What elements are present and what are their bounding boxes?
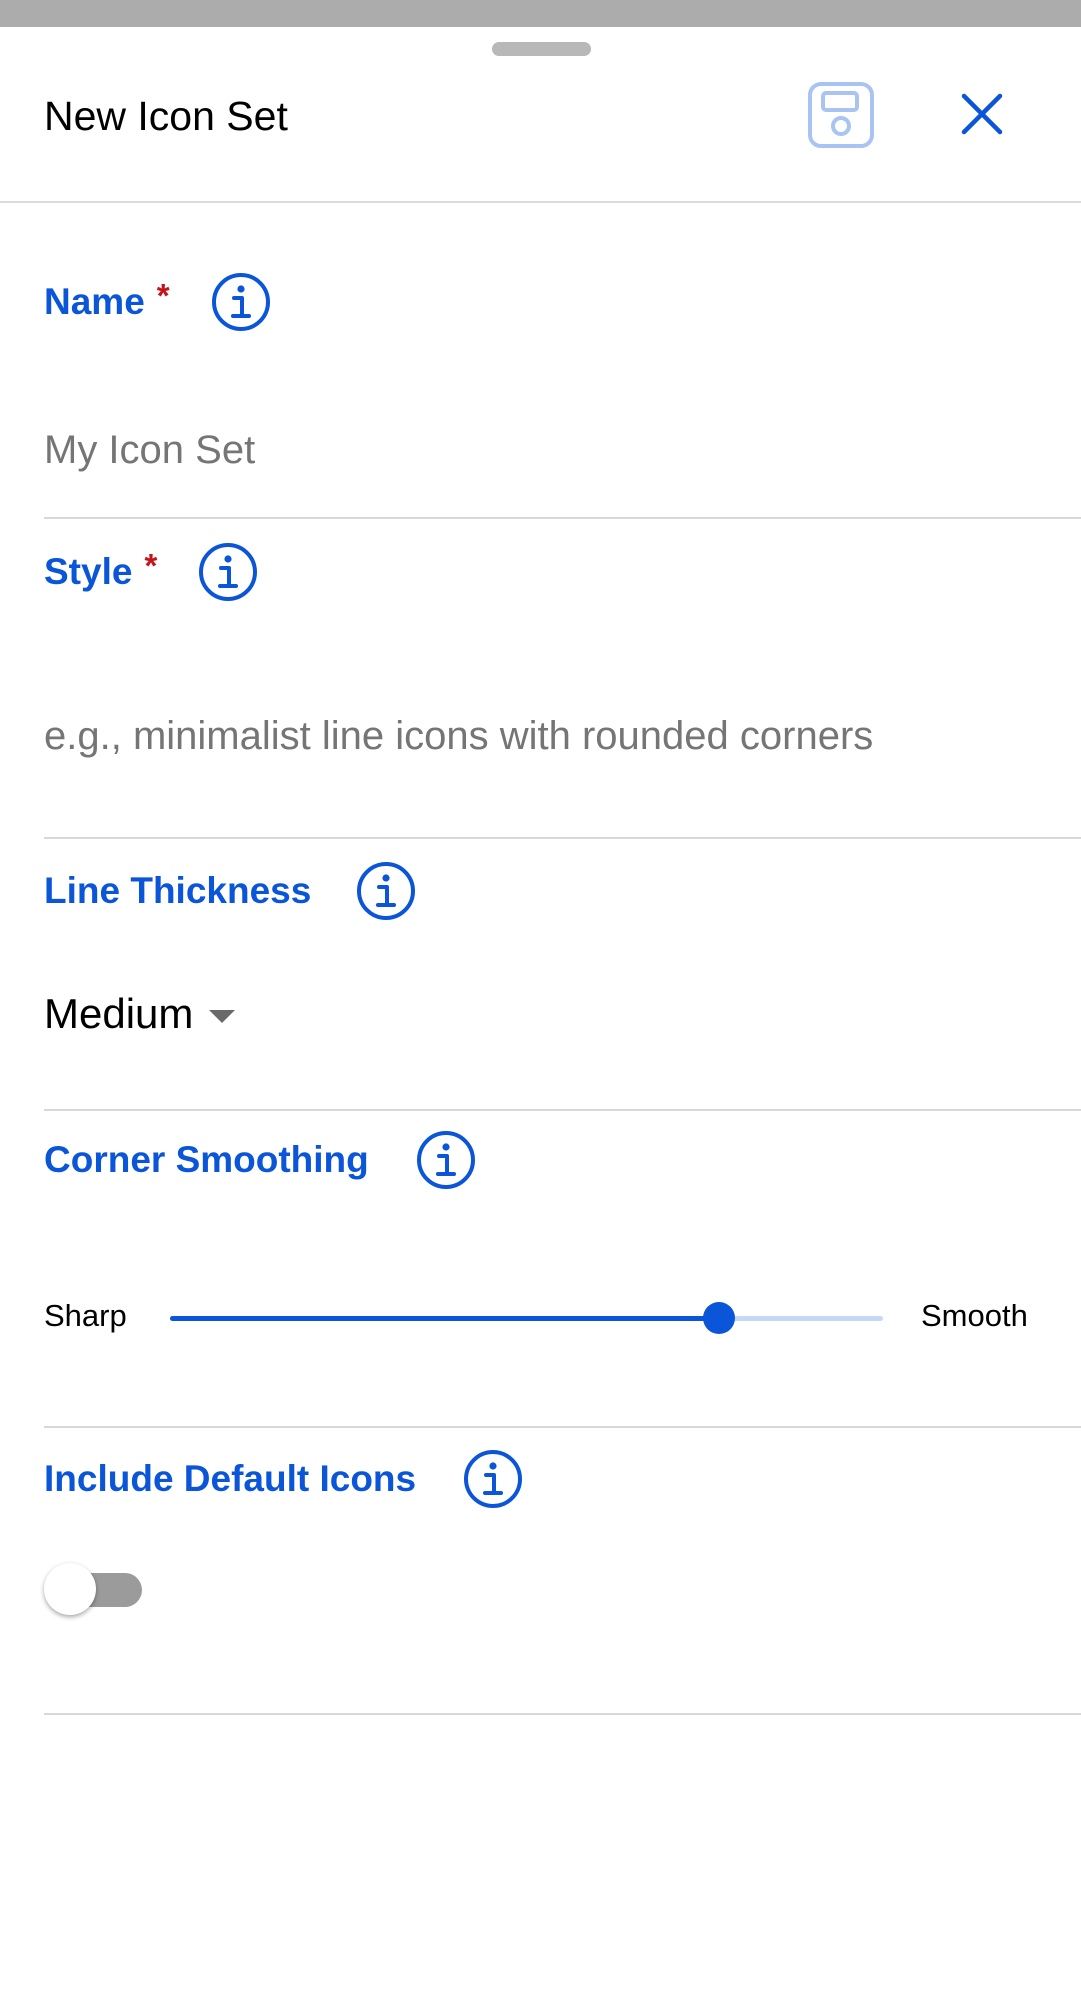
status-bar-strip: [0, 0, 1081, 27]
style-input[interactable]: [44, 711, 1034, 761]
corner-smoothing-info-button[interactable]: [415, 1129, 477, 1191]
corner-smoothing-label-row: Corner Smoothing: [44, 1128, 477, 1192]
include-default-icons-toggle[interactable]: [44, 1561, 144, 1617]
include-default-icons-underline: [44, 1713, 1081, 1715]
line-thickness-select[interactable]: Medium: [44, 987, 236, 1041]
sheet-header: New Icon Set: [0, 27, 1081, 203]
name-input[interactable]: [44, 425, 1034, 475]
info-circle-icon: [416, 1131, 475, 1189]
new-icon-set-sheet: New Icon Set Name * My Icon Set Style * …: [0, 27, 1081, 1999]
slider-fill: [170, 1316, 719, 1321]
info-circle-icon: [464, 1450, 523, 1508]
close-button[interactable]: [955, 87, 1009, 141]
include-default-icons-info-button[interactable]: [462, 1448, 524, 1510]
save-floppy-icon: [807, 81, 874, 148]
line-thickness-selected: Medium: [44, 990, 194, 1037]
name-label-row: Name *: [44, 270, 272, 334]
corner-smoothing-underline: [44, 1426, 1081, 1428]
line-thickness-underline: [44, 1109, 1081, 1111]
name-label: Name: [44, 281, 145, 322]
style-label-row: Style *: [44, 540, 259, 604]
slider-max-label: Smooth: [921, 1298, 1028, 1333]
toggle-thumb[interactable]: [44, 1563, 96, 1615]
info-circle-icon: [357, 862, 416, 920]
required-mark: *: [156, 277, 170, 314]
slider-thumb[interactable]: [703, 1302, 735, 1334]
style-label: Style: [44, 551, 133, 592]
corner-smoothing-field-group: Corner Smoothing Sharp Smooth: [44, 1128, 1081, 1429]
name-underline: [44, 517, 1081, 519]
include-default-icons-field-group: Include Default Icons: [44, 1447, 1081, 1717]
line-thickness-field-group: Line Thickness Medium: [44, 859, 1081, 1112]
corner-smoothing-label: Corner Smoothing: [44, 1139, 369, 1180]
name-info-button[interactable]: [210, 271, 272, 333]
style-underline: [44, 837, 1081, 839]
close-x-icon: [961, 93, 1003, 135]
info-circle-icon: [199, 543, 258, 601]
info-circle-icon: [211, 273, 270, 331]
corner-smoothing-slider[interactable]: [170, 1302, 883, 1334]
line-thickness-info-button[interactable]: [355, 860, 417, 922]
page-title: New Icon Set: [44, 93, 288, 139]
style-field-group: Style *: [44, 540, 1081, 840]
name-field-group: Name *: [44, 270, 1081, 522]
caret-down-icon: [209, 1009, 236, 1023]
save-button[interactable]: [804, 78, 877, 151]
include-default-icons-label-row: Include Default Icons: [44, 1447, 524, 1511]
required-mark: *: [144, 547, 158, 584]
style-info-button[interactable]: [197, 541, 259, 603]
slider-min-label: Sharp: [44, 1298, 127, 1333]
line-thickness-label: Line Thickness: [44, 870, 312, 911]
line-thickness-label-row: Line Thickness: [44, 859, 417, 923]
include-default-icons-label: Include Default Icons: [44, 1458, 417, 1499]
